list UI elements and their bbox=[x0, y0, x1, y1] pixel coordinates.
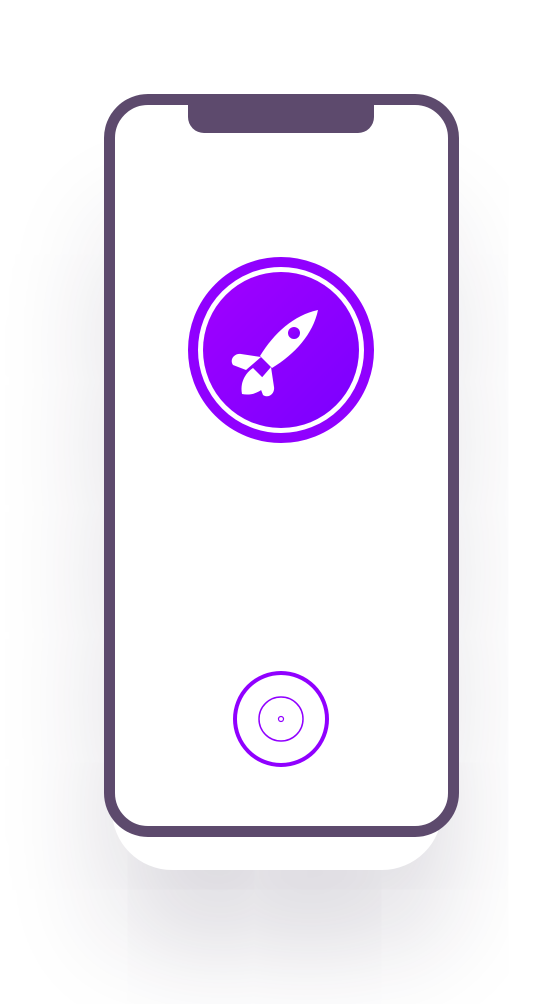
mockup-stage bbox=[0, 0, 555, 1004]
home-button[interactable] bbox=[230, 668, 332, 770]
home-button-target-icon bbox=[233, 671, 329, 767]
app-logo bbox=[186, 255, 376, 445]
rocket-icon bbox=[188, 257, 374, 443]
phone-notch bbox=[188, 104, 374, 133]
phone-frame bbox=[104, 94, 459, 837]
